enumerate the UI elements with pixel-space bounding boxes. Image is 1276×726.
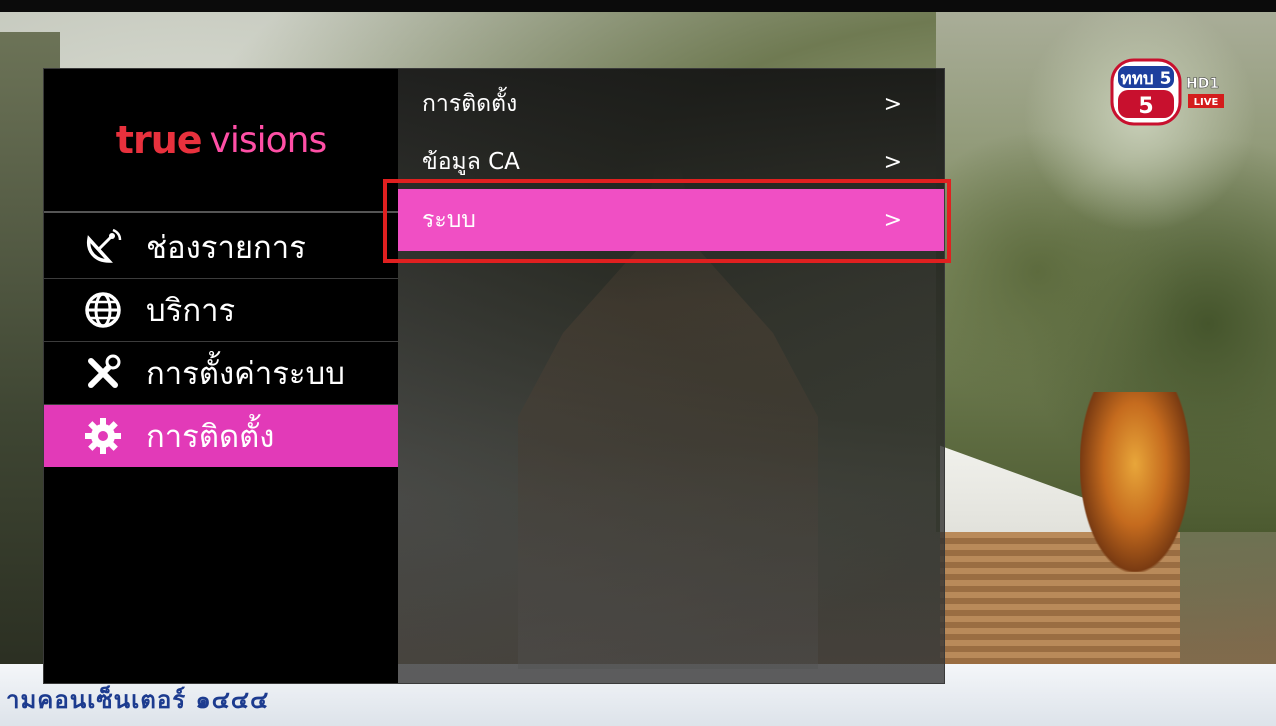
background-naga-statue — [1080, 392, 1190, 572]
channel-logo: ททบ 5 5 HD1 LIVE — [1110, 58, 1232, 128]
submenu-item-label: การติดตั้ง — [422, 91, 518, 117]
chevron-right-icon: > — [883, 149, 902, 175]
nav-item-label: การติดตั้ง — [146, 419, 275, 455]
nav-item-label: การตั้งค่าระบบ — [146, 356, 345, 392]
nav-item-services[interactable]: บริการ — [44, 279, 398, 342]
tv-top-border — [0, 0, 1276, 12]
nav-item-system-settings[interactable]: การตั้งค่าระบบ — [44, 342, 398, 405]
brand-true: true — [115, 118, 203, 162]
selection-highlight-box — [383, 179, 951, 263]
truevisions-logo: true visions — [44, 69, 398, 213]
tools-icon — [82, 352, 124, 394]
nav-item-installation[interactable]: การติดตั้ง — [44, 405, 398, 467]
submenu-panel: การติดตั้ง > ข้อมูล CA > ระบบ > — [398, 69, 944, 683]
nav-item-label: ช่องรายการ — [146, 230, 306, 266]
news-ticker-text: ามคอนเซ็นเตอร์ ๑๔๔๔ — [6, 686, 270, 714]
satellite-dish-icon — [82, 226, 124, 268]
channel-hd-badge: HD1 — [1186, 76, 1219, 92]
nav-item-channels[interactable]: ช่องรายการ — [44, 216, 398, 279]
gear-icon — [82, 415, 124, 457]
submenu-item-installation[interactable]: การติดตั้ง > — [398, 75, 944, 133]
submenu-item-label: ข้อมูล CA — [422, 149, 520, 175]
chevron-right-icon: > — [883, 91, 902, 117]
settings-menu: true visions ช่องรายการ บริการ การตั้งค่… — [43, 68, 945, 684]
svg-text:5: 5 — [1138, 94, 1153, 119]
brand-visions: visions — [209, 119, 328, 161]
nav-item-label: บริการ — [146, 293, 236, 329]
globe-icon — [82, 289, 124, 331]
channel-logo-name: ททบ 5 — [1121, 69, 1172, 89]
main-menu-panel: true visions ช่องรายการ บริการ การตั้งค่… — [44, 69, 398, 683]
channel-live-badge: LIVE — [1194, 97, 1219, 108]
